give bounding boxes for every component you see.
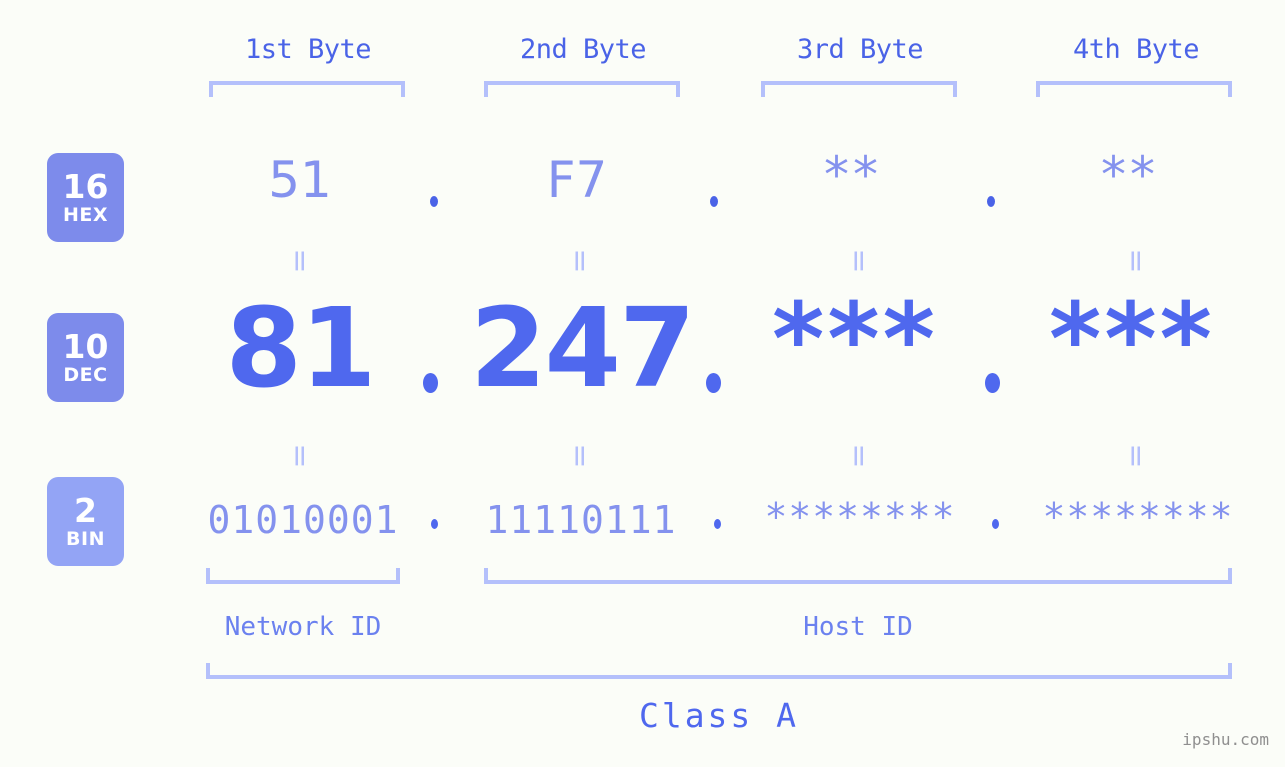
radix-badge-hex-label: HEX	[62, 204, 109, 226]
bin-separator-2	[714, 519, 721, 529]
hex-separator-1	[430, 196, 438, 207]
equals-connector-hex-dec-1: =	[282, 248, 318, 274]
byte-header-1: 1st Byte	[244, 34, 372, 65]
dec-separator-3	[985, 373, 1000, 393]
dec-separator-1	[423, 373, 438, 393]
equals-connector-dec-bin-3: =	[841, 443, 877, 469]
hex-byte-2: F7	[546, 151, 608, 209]
hex-separator-3	[987, 196, 995, 207]
radix-badge-bin: 2 BIN	[47, 477, 124, 566]
dec-byte-2: 247	[470, 284, 696, 412]
radix-badge-dec: 10 DEC	[47, 313, 124, 402]
equals-connector-hex-dec-3: =	[841, 248, 877, 274]
hex-byte-4: **	[1101, 146, 1159, 204]
byte-header-2: 2nd Byte	[519, 34, 647, 65]
bin-byte-3: ********	[764, 495, 956, 539]
bin-separator-3	[992, 519, 999, 529]
host-id-bracket	[484, 568, 1232, 584]
dec-separator-2	[706, 373, 721, 393]
byte-bracket-3	[761, 81, 957, 97]
network-id-label: Network ID	[224, 612, 382, 642]
byte-bracket-2	[484, 81, 680, 97]
hex-byte-1: 51	[268, 151, 332, 209]
equals-connector-hex-dec-2: =	[562, 248, 598, 274]
class-label: Class A	[638, 696, 800, 735]
equals-connector-dec-bin-4: =	[1118, 443, 1154, 469]
radix-badge-dec-label: DEC	[63, 364, 108, 386]
hex-byte-3: **	[824, 146, 882, 204]
dec-byte-4: ***	[1049, 281, 1215, 398]
equals-connector-dec-bin-1: =	[282, 443, 318, 469]
radix-badge-hex: 16 HEX	[47, 153, 124, 242]
ip-address-breakdown-diagram: 1st Byte 2nd Byte 3rd Byte 4th Byte 16 H…	[0, 0, 1285, 767]
equals-connector-dec-bin-2: =	[562, 443, 598, 469]
class-bracket	[206, 663, 1232, 679]
dec-byte-1: 81	[225, 284, 376, 412]
radix-badge-dec-number: 10	[62, 327, 109, 366]
bin-byte-4: ********	[1042, 495, 1234, 539]
byte-bracket-4	[1036, 81, 1232, 97]
radix-badge-bin-number: 2	[74, 491, 97, 530]
radix-badge-hex-number: 16	[62, 167, 109, 206]
site-watermark: ipshu.com	[1182, 730, 1269, 749]
radix-badge-bin-label: BIN	[66, 528, 105, 550]
byte-header-4: 4th Byte	[1072, 34, 1200, 65]
equals-connector-hex-dec-4: =	[1118, 248, 1154, 274]
dec-byte-3: ***	[772, 281, 938, 398]
bin-separator-1	[431, 519, 438, 529]
hex-separator-2	[710, 196, 718, 207]
byte-header-3: 3rd Byte	[796, 34, 924, 65]
bin-byte-1: 01010001	[207, 498, 399, 542]
host-id-label: Host ID	[803, 612, 913, 642]
bin-byte-2: 11110111	[485, 498, 677, 542]
network-id-bracket	[206, 568, 400, 584]
byte-bracket-1	[209, 81, 405, 97]
